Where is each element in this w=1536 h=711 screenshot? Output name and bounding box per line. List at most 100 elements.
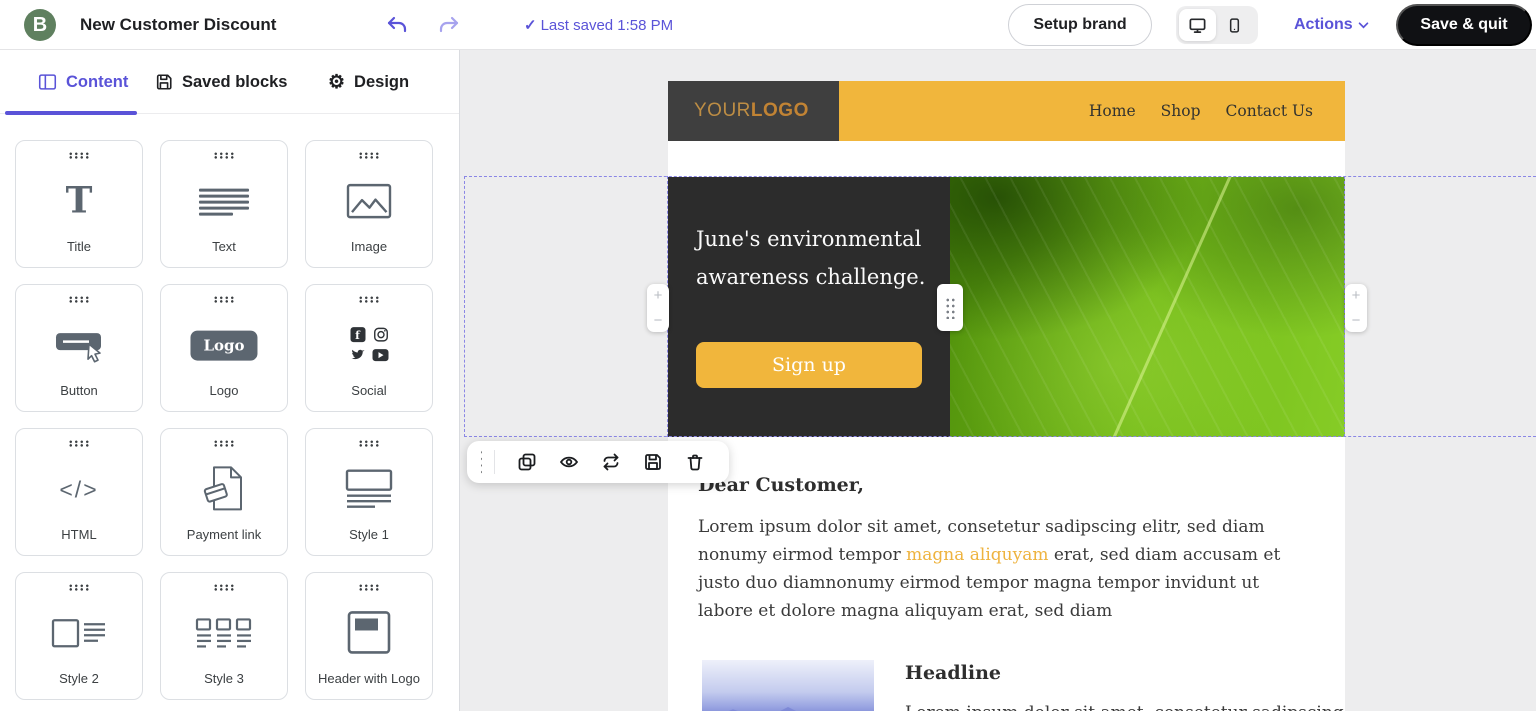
block-label: Social (351, 383, 387, 398)
row-width-control-right: + − (1345, 284, 1367, 332)
instagram-icon (373, 327, 388, 342)
title-icon: T (65, 179, 93, 222)
increase-button[interactable]: + (1352, 288, 1361, 303)
twitter-icon (351, 349, 365, 360)
drag-dots-icon (213, 440, 235, 447)
style-3-icon (195, 617, 253, 649)
block-label: Image (350, 239, 388, 254)
header-with-logo-icon (347, 610, 391, 654)
facebook-icon: f (350, 327, 365, 343)
html-icon: </> (59, 476, 99, 503)
duplicate-row-button[interactable] (517, 452, 537, 472)
row-drag-handle-icon[interactable] (480, 449, 482, 475)
block-label: Style 1 (349, 527, 389, 542)
increase-button[interactable]: + (654, 288, 663, 303)
desktop-preview-button[interactable] (1179, 9, 1216, 41)
drag-dots-icon (213, 152, 235, 159)
phone-icon (1229, 17, 1240, 33)
app-window: B New Customer Discount ✓ Last saved 1:5… (0, 0, 1536, 711)
document-title[interactable]: New Customer Discount (80, 0, 276, 50)
text-icon (199, 188, 249, 216)
drag-dots-icon (213, 584, 235, 591)
nav-link-contact[interactable]: Contact Us (1226, 102, 1314, 120)
sidebar-tabs: Content Saved blocks ⚙ Design (0, 50, 459, 115)
nav-link-home[interactable]: Home (1089, 102, 1136, 120)
save-row-button[interactable] (643, 452, 663, 472)
style-2-icon (51, 616, 107, 650)
block-card-style-2[interactable]: Style 2 (15, 572, 143, 700)
nav-link-shop[interactable]: Shop (1161, 102, 1201, 120)
block-label: Payment link (186, 527, 262, 542)
block-label: Header with Logo (318, 671, 420, 686)
block-card-style-3[interactable]: Style 3 (160, 572, 288, 700)
block-card-image[interactable]: Image (305, 140, 433, 268)
last-saved-text: Last saved 1:58 PM (540, 16, 674, 34)
leaf-image[interactable] (950, 177, 1345, 437)
email-header-row[interactable]: YOUR LOGO Home Shop Contact Us (668, 81, 1345, 141)
undo-button[interactable] (385, 13, 409, 37)
block-label: Style 3 (204, 671, 244, 686)
drag-dots-icon (944, 296, 956, 319)
block-card-header-with-logo[interactable]: Header with Logo (305, 572, 433, 700)
block-label: Style 2 (59, 671, 99, 686)
actions-menu-button[interactable]: Actions (1294, 0, 1369, 50)
drag-dots-icon (358, 296, 380, 303)
swap-row-button[interactable] (601, 452, 621, 472)
logo-icon: Logo (190, 330, 258, 361)
mobile-preview-button[interactable] (1216, 9, 1253, 41)
decrease-button[interactable]: − (1352, 313, 1361, 328)
drag-dots-icon (358, 584, 380, 591)
hide-row-button[interactable] (559, 452, 579, 472)
content-blocks-grid: T Title Text Image Button Logo Logo f So… (15, 140, 433, 700)
monitor-icon (1189, 17, 1206, 33)
image-icon (346, 183, 392, 219)
check-icon: ✓ (524, 17, 537, 34)
signup-button[interactable]: Sign up (696, 342, 922, 388)
hero-text-column: June's environmental awareness challenge… (668, 177, 950, 437)
email-brand-logo[interactable]: YOUR LOGO (668, 81, 839, 141)
undo-icon (387, 16, 407, 33)
content-panel-icon (38, 74, 57, 90)
email-paragraph[interactable]: Lorem ipsum dolor sit amet, consetetur s… (698, 513, 1298, 625)
tab-label: Saved blocks (182, 72, 288, 91)
hero-row[interactable]: June's environmental awareness challenge… (668, 177, 1345, 437)
email-canvas: YOUR LOGO Home Shop Contact Us June's env… (460, 50, 1536, 711)
feature-headline[interactable]: Headline (905, 662, 1001, 684)
redo-icon (439, 16, 459, 33)
setup-brand-button[interactable]: Setup brand (1008, 4, 1152, 46)
mountain-image[interactable] (702, 660, 874, 711)
button-icon (54, 327, 104, 363)
redo-button[interactable] (437, 13, 461, 37)
paragraph-link[interactable]: magna aliquyam (906, 545, 1048, 565)
block-label: HTML (61, 527, 97, 542)
block-card-title[interactable]: T Title (15, 140, 143, 268)
tab-content[interactable]: Content (38, 50, 128, 114)
duplicate-icon (518, 453, 536, 471)
save-quit-button[interactable]: Save & quit (1396, 4, 1532, 46)
block-card-style-1[interactable]: Style 1 (305, 428, 433, 556)
block-card-payment-link[interactable]: Payment link (160, 428, 288, 556)
row-toolbar (467, 441, 729, 483)
active-tab-underline (5, 111, 137, 115)
brand-logo[interactable]: B (24, 9, 56, 41)
sidebar: Content Saved blocks ⚙ Design T Title Te… (0, 50, 460, 711)
block-card-social[interactable]: f Social (305, 284, 433, 412)
feature-text[interactable]: Lorem ipsum dolor sit amet, consetetur s… (905, 703, 1344, 711)
block-card-text[interactable]: Text (160, 140, 288, 268)
column-drag-handle[interactable] (937, 284, 963, 331)
delete-row-button[interactable] (685, 452, 705, 472)
actions-label: Actions (1294, 16, 1353, 33)
tab-design[interactable]: ⚙ Design (328, 50, 409, 114)
social-icons: f (350, 327, 389, 363)
block-card-button[interactable]: Button (15, 284, 143, 412)
block-card-logo[interactable]: Logo Logo (160, 284, 288, 412)
block-card-html[interactable]: </> HTML (15, 428, 143, 556)
decrease-button[interactable]: − (654, 313, 663, 328)
drag-dots-icon (68, 440, 90, 447)
trash-icon (687, 454, 703, 471)
tab-label: Design (354, 72, 410, 91)
drag-dots-icon (68, 296, 90, 303)
brand-logo-letter: B (32, 13, 48, 36)
hero-heading[interactable]: June's environmental awareness challenge… (696, 220, 936, 296)
tab-saved-blocks[interactable]: Saved blocks (155, 50, 287, 114)
